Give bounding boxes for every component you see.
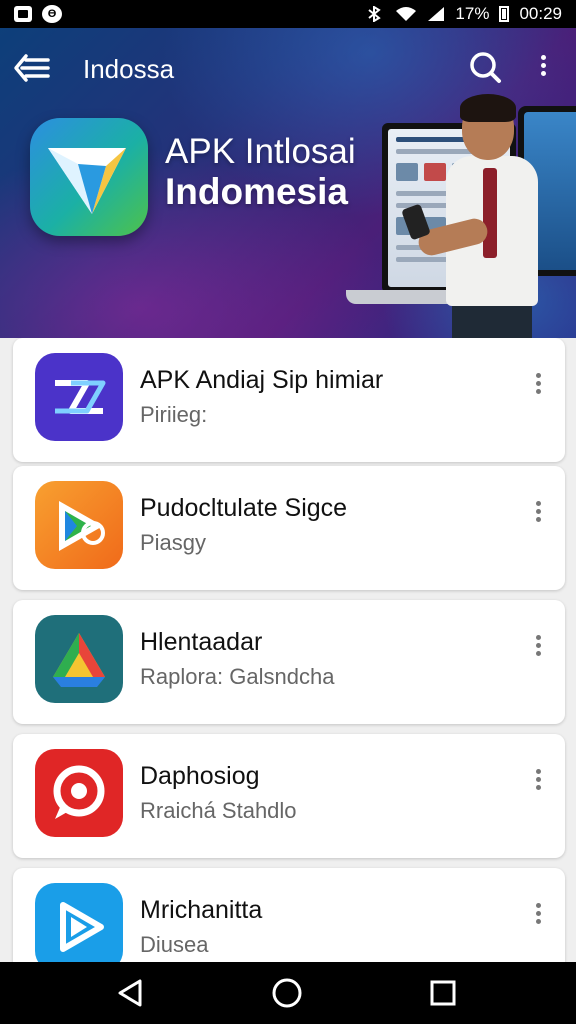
app-icon	[35, 615, 123, 703]
nav-recents-button[interactable]	[426, 976, 460, 1010]
battery-icon	[499, 6, 510, 22]
list-item[interactable]: Pudocltulate Sigce Piasgy	[13, 466, 565, 590]
app-name: APK Andiaj Sip himiar	[140, 366, 384, 394]
hero-title-line2: Indomesia	[165, 171, 348, 212]
app-subtitle: Piasgy	[140, 530, 207, 555]
play-button-icon	[60, 902, 104, 952]
app-icon	[35, 883, 123, 962]
page-title: Indossa	[83, 54, 175, 84]
hero-app-logo	[30, 118, 148, 236]
person-illustration	[460, 94, 516, 122]
list-item[interactable]: APK Andiaj Sip himiar Piriieg:	[13, 338, 565, 462]
square-recents-icon	[430, 980, 456, 1006]
list-item[interactable]: Hlentaadar Raplora: Galsndcha	[13, 600, 565, 724]
app-subtitle: Diusea	[140, 932, 209, 957]
ui-thumb	[424, 163, 446, 181]
item-more-button[interactable]	[527, 632, 549, 666]
triangle-back-icon	[118, 979, 142, 1007]
app-subtitle: Piriieg:	[140, 402, 208, 427]
search-button[interactable]	[468, 50, 502, 84]
back-button[interactable]	[12, 50, 52, 86]
app-subtitle: Rraichá Stahdlo	[140, 798, 297, 823]
status-bar: ϴ 17% 00:29	[0, 0, 576, 28]
app-name: Pudocltulate Sigce	[140, 494, 348, 522]
item-more-button[interactable]	[527, 498, 549, 532]
item-more-button[interactable]	[527, 766, 549, 800]
app-name: Hlentaadar	[140, 628, 263, 656]
back-arrow-icon	[14, 54, 50, 82]
app-subtitle: Raplora: Galsndcha	[140, 664, 335, 689]
item-more-button[interactable]	[527, 370, 549, 404]
drive-triangle-icon	[53, 633, 105, 687]
status-left: ϴ	[14, 5, 62, 23]
ui-thumb	[396, 163, 418, 181]
person-illustration	[483, 168, 497, 258]
list-item[interactable]: Mrichanitta Diusea	[13, 868, 565, 962]
hero-title: APK Intlosai Indomesia	[165, 132, 356, 212]
bowtie-arrows-icon	[55, 380, 106, 414]
cell-signal-icon	[428, 7, 445, 21]
battery-percent: 17%	[455, 4, 490, 23]
system-nav-bar	[0, 962, 576, 1024]
app-icon	[35, 481, 123, 569]
overflow-menu-button[interactable]	[532, 52, 554, 82]
app-name: Mrichanitta	[140, 896, 263, 924]
gallery-notification-icon	[14, 6, 32, 22]
app-icon	[35, 353, 123, 441]
notification-badge-icon: ϴ	[42, 5, 62, 23]
app-bar: Indossa	[0, 46, 576, 90]
header-banner: Indossa APK Intlosai Indomesia	[0, 28, 576, 338]
play-triangle-icon	[59, 501, 105, 551]
pin-chat-icon	[53, 765, 105, 819]
hero-title-line1: APK Intlosai	[165, 132, 356, 171]
app-icon	[35, 749, 123, 837]
app-list: APK Andiaj Sip himiar Piriieg: Pudocltul…	[0, 338, 576, 962]
nav-back-button[interactable]	[114, 976, 148, 1010]
list-item[interactable]: Daphosiog Rraichá Stahdlo	[13, 734, 565, 858]
nav-home-button[interactable]	[270, 976, 304, 1010]
clock: 00:29	[519, 4, 562, 23]
play-store-logo-icon	[48, 148, 126, 214]
circle-home-icon	[272, 978, 302, 1008]
search-icon	[470, 52, 501, 83]
bluetooth-icon	[368, 6, 382, 22]
wifi-icon	[396, 7, 417, 21]
status-right: 17% 00:29	[365, 4, 562, 24]
app-name: Daphosiog	[140, 762, 260, 790]
item-more-button[interactable]	[527, 900, 549, 934]
